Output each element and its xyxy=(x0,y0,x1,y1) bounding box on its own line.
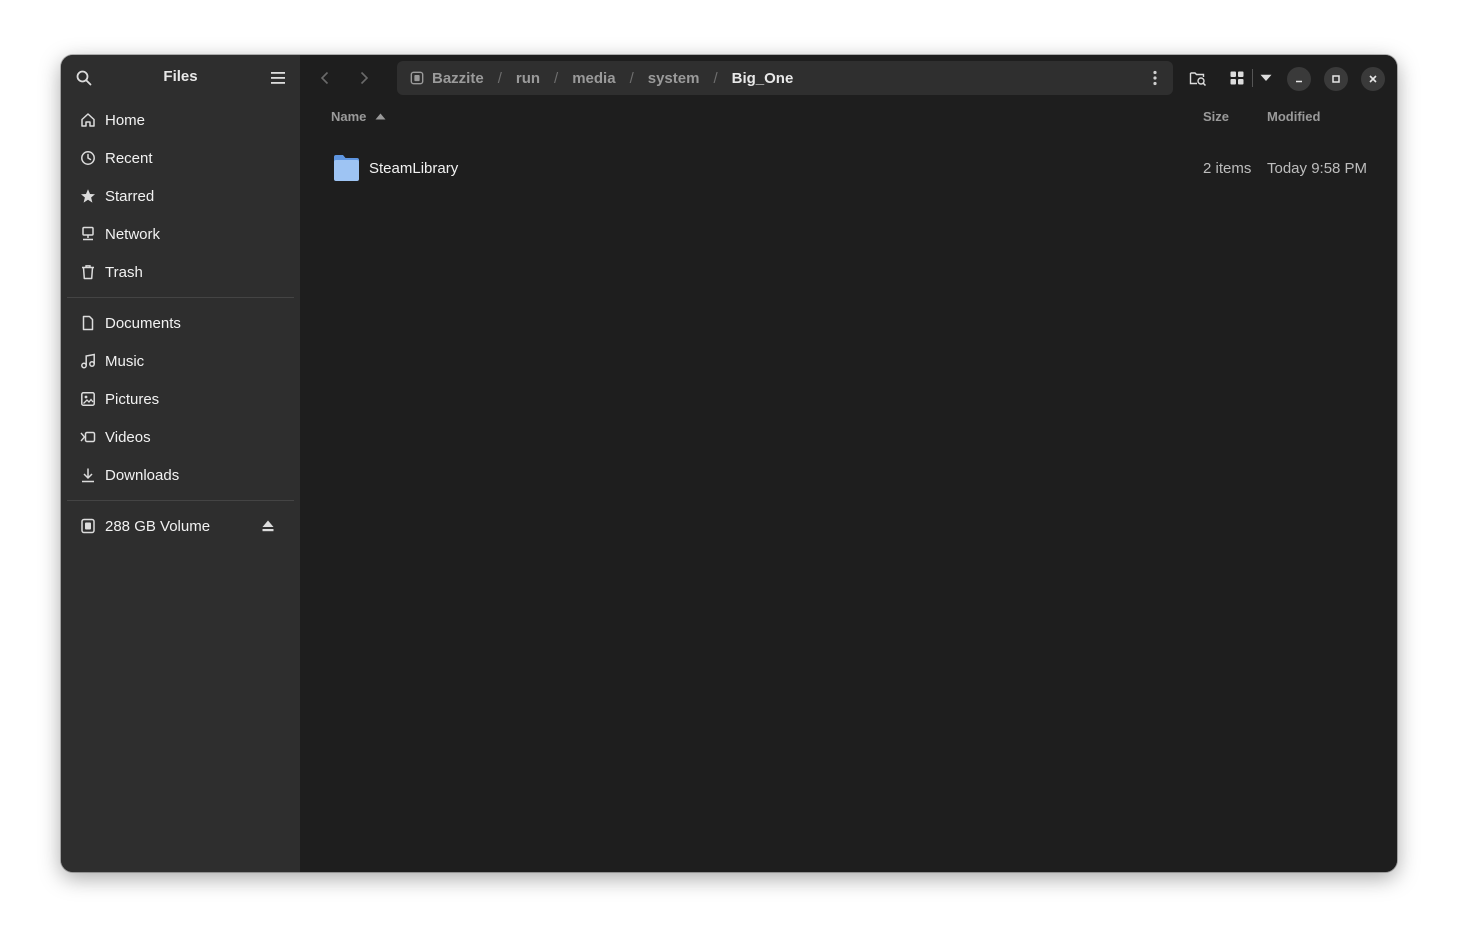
trash-icon xyxy=(80,264,96,280)
breadcrumb-run[interactable]: run xyxy=(516,70,540,87)
breadcrumb-bazzite[interactable]: Bazzite xyxy=(432,70,484,87)
star-icon xyxy=(80,188,96,204)
clock-icon xyxy=(80,150,96,166)
kebab-menu-icon xyxy=(1153,70,1157,86)
path-menu-button[interactable] xyxy=(1143,61,1167,95)
home-icon xyxy=(80,112,96,128)
sidebar-item-pictures[interactable]: Pictures xyxy=(67,380,294,418)
sidebar-item-volume[interactable]: 288 GB Volume xyxy=(67,507,294,545)
breadcrumb-separator: / xyxy=(713,69,718,87)
path-bar[interactable]: Bazzite / run / media / system / Big_One xyxy=(397,61,1173,95)
drive-icon xyxy=(80,518,96,534)
sidebar-item-label: Network xyxy=(105,225,161,243)
grid-view-button[interactable] xyxy=(1220,61,1254,95)
sort-ascending-icon xyxy=(375,113,386,120)
back-button[interactable] xyxy=(308,61,342,95)
chevron-left-icon xyxy=(320,71,329,85)
main-view: Bazzite / run / media / system / Big_One xyxy=(300,55,1397,872)
document-icon xyxy=(80,315,96,331)
sidebar-item-label: Music xyxy=(105,352,145,370)
sidebar-item-network[interactable]: Network xyxy=(67,215,294,253)
sidebar-header: Files xyxy=(61,55,300,101)
sidebar-item-label: Recent xyxy=(105,149,153,167)
caret-down-icon xyxy=(1260,74,1272,81)
network-icon xyxy=(80,226,96,242)
maximize-button[interactable] xyxy=(1324,67,1348,91)
breadcrumb-separator: / xyxy=(497,69,502,87)
column-name-label: Name xyxy=(331,109,367,124)
sidebar-item-home[interactable]: Home xyxy=(67,101,294,139)
file-modified: Today 9:58 PM xyxy=(1267,160,1368,177)
grid-icon xyxy=(1230,71,1244,85)
drive-icon xyxy=(410,71,424,85)
column-header-modified[interactable]: Modified xyxy=(1267,109,1320,124)
video-icon xyxy=(80,429,96,445)
chevron-right-icon xyxy=(360,71,369,85)
sidebar-item-label: Downloads xyxy=(105,466,180,484)
breadcrumb-system[interactable]: system xyxy=(648,70,700,87)
sidebar-item-label: Starred xyxy=(105,187,155,205)
view-split-divider xyxy=(1252,69,1253,87)
column-header-name[interactable]: Name xyxy=(331,109,386,124)
eject-icon[interactable] xyxy=(260,518,276,534)
sidebar-item-label: Documents xyxy=(105,314,181,332)
maximize-icon xyxy=(1332,75,1340,83)
sidebar-item-starred[interactable]: Starred xyxy=(67,177,294,215)
view-options-button[interactable] xyxy=(1255,61,1277,95)
file-size: 2 items xyxy=(1203,160,1252,177)
sidebar-item-label: Home xyxy=(105,111,146,129)
music-icon xyxy=(80,353,96,369)
sidebar-item-label: Pictures xyxy=(105,390,160,408)
download-icon xyxy=(80,467,96,483)
close-button[interactable] xyxy=(1361,67,1385,91)
column-header-size[interactable]: Size xyxy=(1203,109,1229,124)
breadcrumb-separator: / xyxy=(629,69,634,87)
close-icon xyxy=(1369,75,1377,83)
main-menu-button[interactable] xyxy=(261,61,295,95)
sidebar: Files Home Recent Starred Network Trash … xyxy=(61,55,300,872)
sidebar-item-label: Trash xyxy=(105,263,143,281)
sidebar-divider xyxy=(67,297,294,298)
column-header-row: Name Size Modified xyxy=(300,109,1397,129)
breadcrumb-big-one[interactable]: Big_One xyxy=(732,70,794,87)
places-list: Home Recent Starred Network Trash xyxy=(61,101,300,291)
files-window: Files Home Recent Starred Network Trash … xyxy=(61,55,1397,872)
folder-icon xyxy=(334,155,359,181)
forward-button[interactable] xyxy=(347,61,381,95)
sidebar-item-documents[interactable]: Documents xyxy=(67,304,294,342)
sidebar-item-recent[interactable]: Recent xyxy=(67,139,294,177)
sidebar-item-music[interactable]: Music xyxy=(67,342,294,380)
minimize-button[interactable] xyxy=(1287,67,1311,91)
header-bar: Bazzite / run / media / system / Big_One xyxy=(300,55,1397,101)
devices-list: 288 GB Volume xyxy=(61,507,300,545)
picture-icon xyxy=(80,391,96,407)
sidebar-item-label: 288 GB Volume xyxy=(105,517,211,535)
sidebar-item-downloads[interactable]: Downloads xyxy=(67,456,294,494)
sidebar-item-trash[interactable]: Trash xyxy=(67,253,294,291)
search-location-button[interactable] xyxy=(1181,61,1215,95)
sidebar-divider xyxy=(67,500,294,501)
bookmarks-list: Documents Music Pictures Videos Download… xyxy=(61,304,300,494)
file-name: SteamLibrary xyxy=(369,160,459,177)
file-row[interactable]: SteamLibrary 2 items Today 9:58 PM xyxy=(325,149,1387,189)
breadcrumb-separator: / xyxy=(554,69,559,87)
breadcrumb-media[interactable]: media xyxy=(572,70,615,87)
sidebar-item-videos[interactable]: Videos xyxy=(67,418,294,456)
hamburger-icon xyxy=(271,72,285,84)
minimize-icon xyxy=(1296,80,1302,83)
folder-search-icon xyxy=(1189,72,1207,86)
sidebar-item-label: Videos xyxy=(105,428,151,446)
